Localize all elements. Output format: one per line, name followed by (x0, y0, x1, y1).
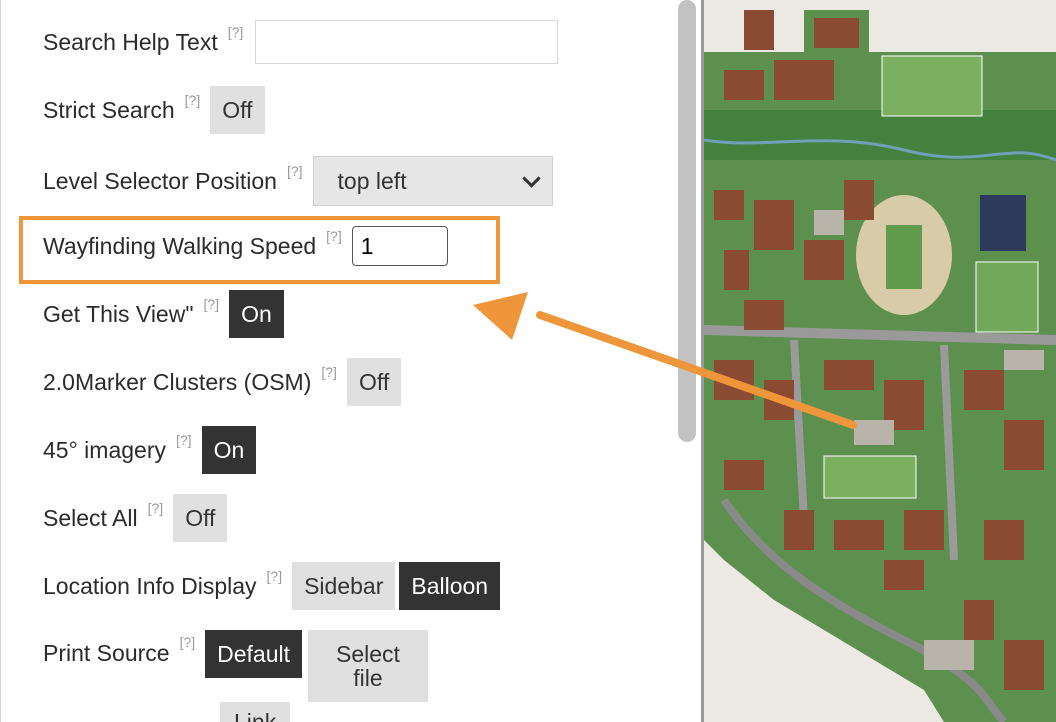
search-help-text-input[interactable] (255, 20, 559, 64)
print-source-label: Print Source (43, 640, 170, 666)
print-source-link-button[interactable]: Link (220, 702, 291, 722)
select-all-label: Select All (43, 504, 138, 531)
print-source-row: Print Source [?] Default Select file (43, 630, 428, 702)
campus-map-image (704, 0, 1056, 722)
select-all-toggle[interactable]: Off (173, 494, 228, 542)
imagery-45-row: 45° imagery [?] On (43, 426, 257, 474)
campus-map[interactable] (704, 0, 1056, 722)
get-this-view-row: Get This View" [?] On (43, 290, 284, 338)
marker-clusters-row: 2.0Marker Clusters (OSM) [?] Off (43, 358, 402, 406)
location-info-balloon-button[interactable]: Balloon (399, 562, 501, 610)
help-link[interactable]: [?] (321, 364, 337, 380)
help-link[interactable]: [?] (267, 568, 283, 584)
print-source-default-button[interactable]: Default (205, 630, 303, 678)
location-info-display-label: Location Info Display (43, 572, 257, 599)
location-info-display-row: Location Info Display [?] Sidebar Balloo… (43, 562, 501, 610)
scrollbar-thumb[interactable] (678, 0, 696, 442)
help-link[interactable]: [?] (204, 296, 220, 312)
level-selector-position-select[interactable]: top left (312, 156, 553, 206)
marker-clusters-toggle[interactable]: Off (346, 358, 402, 406)
search-help-text-label: Search Help Text (43, 28, 218, 55)
strict-search-row: Strict Search [?] Off (43, 86, 265, 134)
help-link[interactable]: [?] (180, 634, 196, 650)
select-all-row: Select All [?] Off (43, 494, 228, 542)
level-selector-position-row: Level Selector Position [?] top left (43, 156, 553, 206)
get-this-view-label: Get This View" (43, 300, 194, 327)
help-link[interactable]: [?] (228, 24, 244, 40)
help-link[interactable]: [?] (176, 432, 192, 448)
help-link[interactable]: [?] (185, 92, 201, 108)
strict-search-label: Strict Search (43, 96, 175, 123)
location-info-sidebar-button[interactable]: Sidebar (292, 562, 396, 610)
help-link[interactable]: [?] (148, 500, 164, 516)
imagery-45-label: 45° imagery (43, 436, 166, 463)
print-source-select-file-button[interactable]: Select file (308, 630, 428, 702)
search-help-text-row: Search Help Text [?] (43, 20, 559, 64)
imagery-45-toggle[interactable]: On (201, 426, 257, 474)
marker-clusters-label: 2.0Marker Clusters (OSM) (43, 368, 312, 395)
highlight-box (19, 216, 500, 284)
help-link[interactable]: [?] (287, 163, 303, 179)
strict-search-toggle[interactable]: Off (210, 86, 265, 134)
get-this-view-toggle[interactable]: On (229, 290, 284, 338)
chevron-down-icon (521, 168, 541, 188)
level-selector-position-value: top left (337, 167, 407, 194)
settings-panel: Search Help Text [?] Strict Search [?] O… (0, 0, 673, 722)
level-selector-position-label: Level Selector Position (43, 167, 277, 194)
